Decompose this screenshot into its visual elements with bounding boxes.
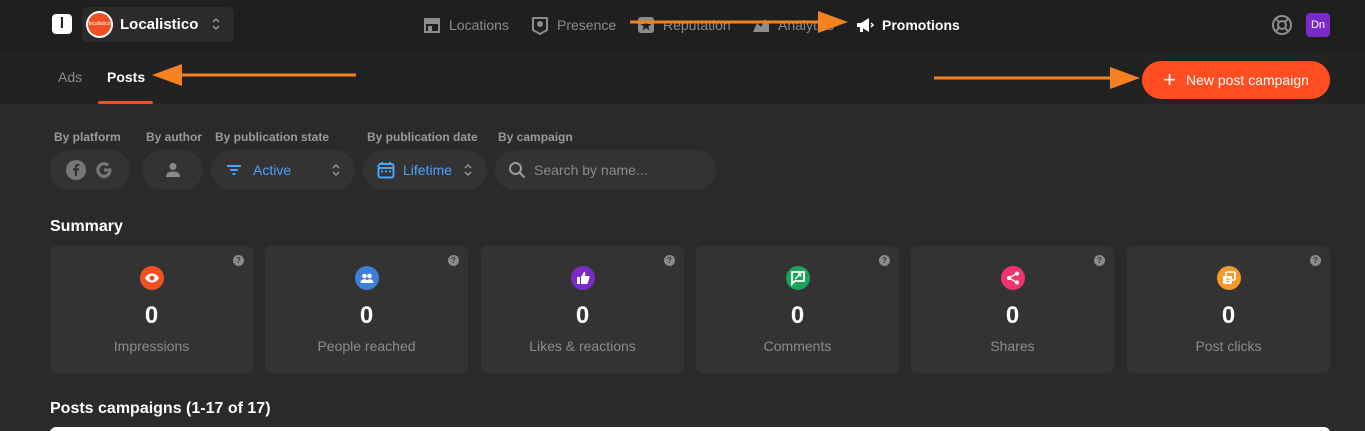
author-filter[interactable]: [142, 150, 203, 190]
help-icon[interactable]: ?: [448, 255, 459, 266]
new-post-campaign-button[interactable]: + New post campaign: [1142, 61, 1330, 99]
thumbs-up-icon: [571, 266, 595, 290]
nav-item-promotions[interactable]: Promotions: [855, 14, 960, 36]
post-clicks-label: Post clicks: [1195, 338, 1262, 354]
annotation-arrow-new-campaign: [934, 67, 1140, 89]
annotation-arrow-promotions: [630, 11, 848, 33]
summary-card-post-clicks: ? 0 Post clicks: [1127, 246, 1330, 373]
nav-label-presence: Presence: [557, 17, 617, 33]
search-placeholder: Search by name...: [534, 162, 648, 178]
eye-icon: [140, 266, 164, 290]
annotation-arrow-posts: [152, 64, 356, 86]
filter-lines-icon: [227, 165, 241, 175]
organization-name: Localistico: [120, 16, 199, 33]
comments-label: Comments: [763, 338, 832, 354]
nav-label-locations: Locations: [449, 17, 509, 33]
publication-date-value: Lifetime: [403, 162, 453, 178]
search-icon: [509, 162, 526, 179]
publication-state-select[interactable]: Active: [211, 150, 355, 190]
likes-reactions-label: Likes & reactions: [529, 338, 636, 354]
filter-label-state: By publication state: [215, 130, 330, 144]
campaign-search-input[interactable]: Search by name...: [495, 150, 716, 190]
app-logo[interactable]: l: [52, 14, 72, 34]
plus-icon: +: [1163, 67, 1176, 92]
chevron-up-down-icon: [464, 164, 472, 176]
impressions-value: 0: [144, 302, 159, 329]
help-icon[interactable]: ?: [1310, 255, 1321, 266]
person-icon: [165, 163, 180, 177]
filter-label-platform: By platform: [54, 130, 121, 144]
platform-filter[interactable]: [50, 150, 130, 190]
organization-avatar: localistico: [86, 11, 113, 38]
help-lifebuoy-icon[interactable]: [1271, 14, 1293, 36]
share-icon: [1001, 266, 1025, 290]
summary-card-people-reached: ? 0 People reached: [265, 246, 468, 373]
filter-label-author: By author: [146, 130, 203, 144]
click-icon: [1217, 266, 1241, 290]
chevron-up-down-icon: [212, 18, 220, 30]
user-avatar[interactable]: Dn: [1306, 13, 1330, 37]
new-post-campaign-label: New post campaign: [1185, 72, 1309, 88]
help-icon[interactable]: ?: [1094, 255, 1105, 266]
summary-title: Summary: [50, 218, 123, 235]
chevron-up-down-icon: [332, 164, 340, 176]
summary-card-shares: ? 0 Shares: [911, 246, 1114, 373]
summary-card-impressions: ? 0 Impressions: [50, 246, 253, 373]
shares-label: Shares: [990, 338, 1035, 354]
filter-label-date: By publication date: [367, 130, 478, 144]
active-tab-indicator: [98, 101, 153, 104]
location-badge-icon: [532, 17, 548, 35]
comment-icon: [786, 266, 810, 290]
organization-switcher[interactable]: localistico Localistico: [82, 7, 234, 42]
tab-ads[interactable]: Ads: [58, 69, 82, 85]
help-icon[interactable]: ?: [664, 255, 675, 266]
post-clicks-value: 0: [1221, 302, 1236, 329]
impressions-label: Impressions: [113, 338, 190, 354]
store-icon: [424, 18, 440, 33]
summary-card-comments: ? 0 Comments: [696, 246, 899, 373]
campaigns-table: [50, 427, 1330, 431]
google-icon[interactable]: [94, 160, 114, 180]
shares-value: 0: [1005, 302, 1020, 329]
facebook-icon[interactable]: [66, 160, 86, 180]
help-icon[interactable]: ?: [233, 255, 244, 266]
calendar-icon: [377, 162, 395, 179]
people-reached-value: 0: [359, 302, 374, 329]
help-icon[interactable]: ?: [879, 255, 890, 266]
megaphone-icon: [857, 18, 875, 32]
people-icon: [355, 266, 379, 290]
filter-label-campaign: By campaign: [498, 130, 573, 144]
posts-campaigns-title: Posts campaigns (1-17 of 17): [50, 400, 271, 417]
comments-value: 0: [790, 302, 805, 329]
people-reached-label: People reached: [317, 338, 416, 354]
tab-posts[interactable]: Posts: [107, 69, 145, 85]
summary-card-likes-reactions: ? 0 Likes & reactions: [481, 246, 684, 373]
nav-label-promotions: Promotions: [882, 17, 960, 33]
nav-item-locations[interactable]: Locations: [422, 14, 509, 36]
publication-date-select[interactable]: Lifetime: [363, 150, 487, 190]
likes-reactions-value: 0: [575, 302, 590, 329]
publication-state-value: Active: [253, 162, 292, 178]
nav-item-presence[interactable]: Presence: [530, 14, 616, 36]
